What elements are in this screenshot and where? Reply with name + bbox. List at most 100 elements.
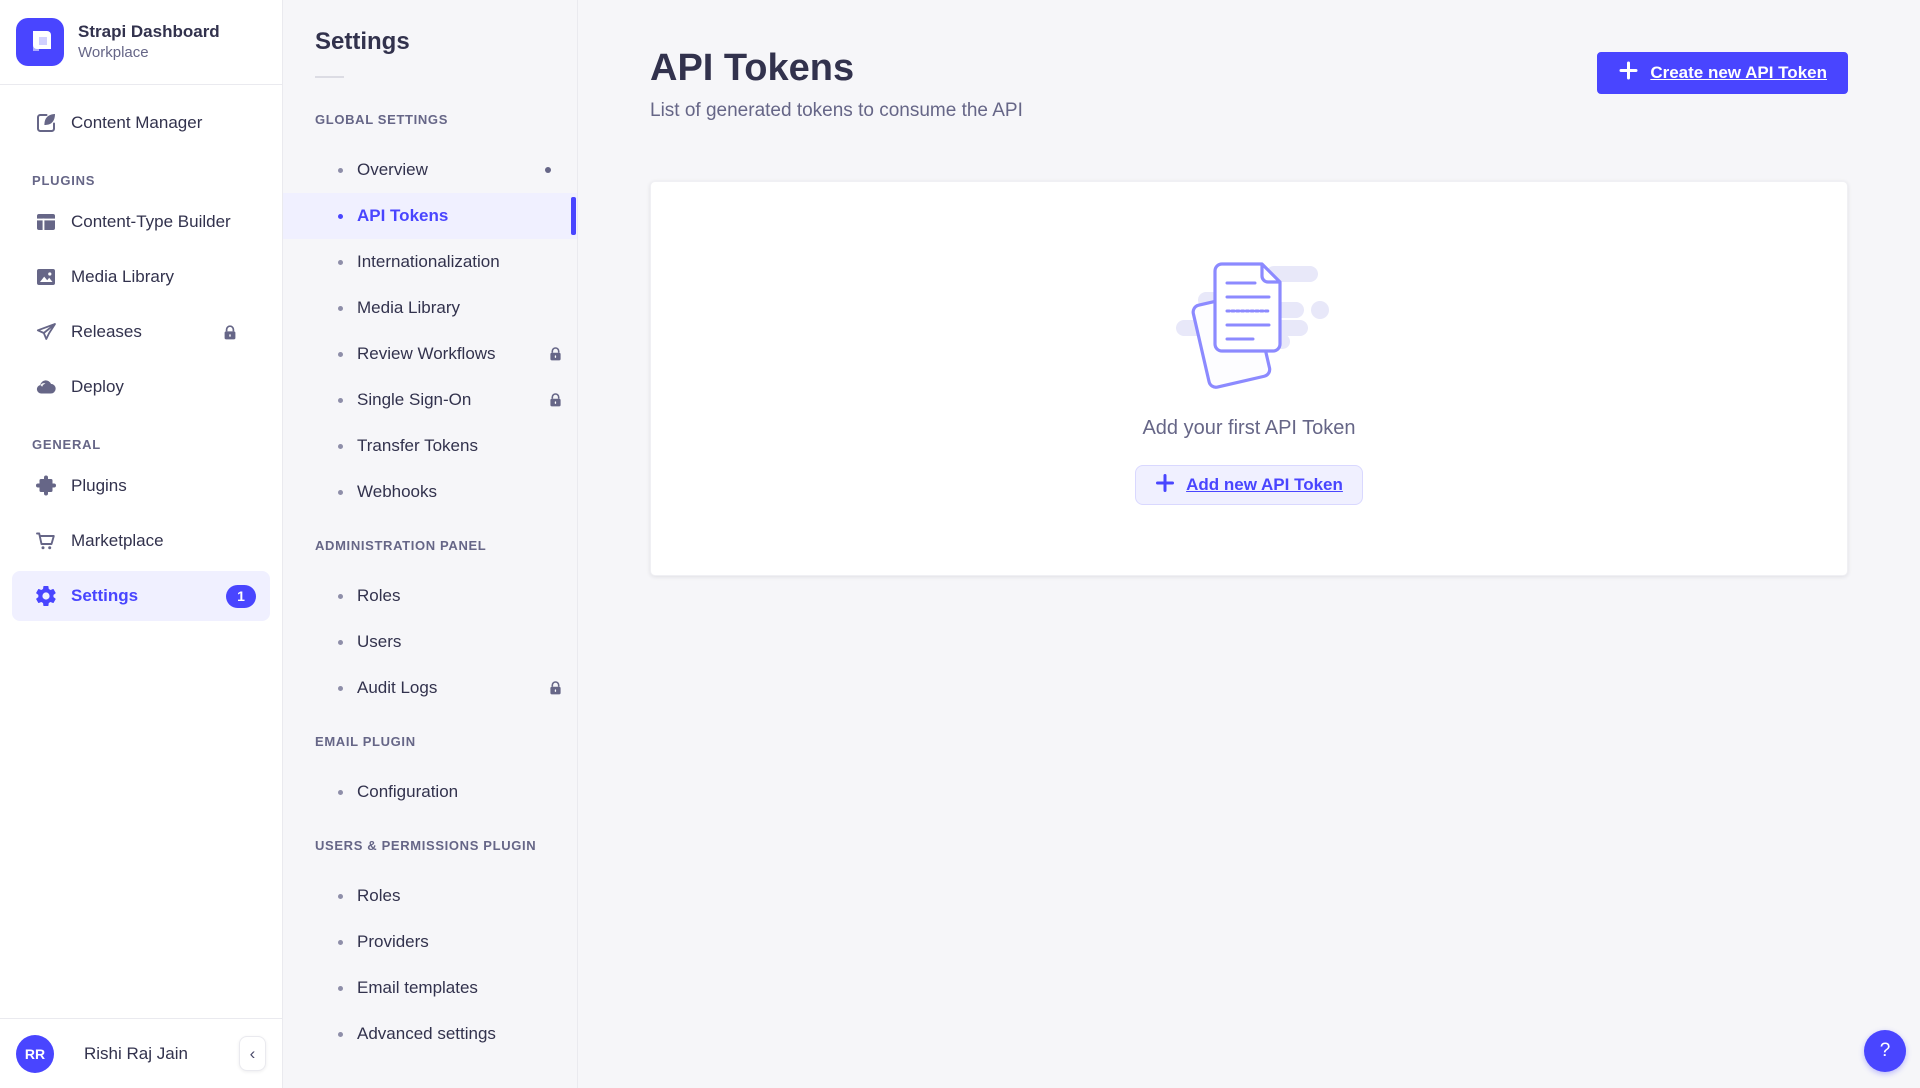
sidebar-item-label: Releases bbox=[71, 322, 142, 342]
settings-nav-item-advanced-settings[interactable]: Advanced settings bbox=[283, 1011, 577, 1057]
settings-nav-item-configuration[interactable]: Configuration bbox=[283, 769, 577, 815]
bullet-icon bbox=[338, 940, 343, 945]
lock-icon bbox=[548, 680, 563, 696]
subnav-item-label: Overview bbox=[357, 160, 428, 180]
settings-nav-item-providers[interactable]: Providers bbox=[283, 919, 577, 965]
lock-icon bbox=[548, 392, 563, 408]
brand-text: Strapi Dashboard Workplace bbox=[78, 21, 220, 63]
subnav-item-label: Users bbox=[357, 632, 401, 652]
plus-icon bbox=[1155, 473, 1175, 498]
subnav-section-administration-panel: ADMINISTRATION PANEL bbox=[283, 538, 577, 554]
documents-icon bbox=[1158, 254, 1340, 397]
api-tokens-empty-state-card: Add your first API Token Add new API Tok… bbox=[650, 181, 1848, 576]
subnav-item-label: Transfer Tokens bbox=[357, 436, 478, 456]
create-button-label: Create new API Token bbox=[1650, 63, 1827, 83]
sidebar-item-label: Marketplace bbox=[71, 531, 164, 551]
bullet-icon bbox=[338, 1032, 343, 1037]
subnav-item-label: Configuration bbox=[357, 782, 458, 802]
sidebar-item-label: Settings bbox=[71, 586, 138, 606]
brand-title: Strapi Dashboard bbox=[78, 21, 220, 42]
subnav-section-email-plugin: EMAIL PLUGIN bbox=[283, 734, 577, 750]
subnav-item-label: Internationalization bbox=[357, 252, 500, 272]
settings-nav-item-users[interactable]: Users bbox=[283, 619, 577, 665]
bullet-icon bbox=[338, 490, 343, 495]
sidebar-item-media-library[interactable]: Media Library bbox=[12, 252, 270, 302]
add-new-api-token-button[interactable]: Add new API Token bbox=[1135, 465, 1363, 505]
settings-nav-item-review-workflows[interactable]: Review Workflows bbox=[283, 331, 577, 377]
settings-nav-item-audit-logs[interactable]: Audit Logs bbox=[283, 665, 577, 711]
workspace-switcher[interactable]: Strapi Dashboard Workplace bbox=[0, 0, 282, 84]
bullet-icon bbox=[338, 640, 343, 645]
bullet-icon bbox=[338, 306, 343, 311]
sidebar-item-plugins[interactable]: Plugins bbox=[12, 461, 270, 511]
subnav-section-global-settings: GLOBAL SETTINGS bbox=[283, 112, 577, 128]
sidebar-item-releases[interactable]: Releases bbox=[12, 307, 270, 357]
active-indicator-bar bbox=[571, 197, 576, 235]
subnav-item-label: Roles bbox=[357, 886, 400, 906]
settings-nav-item-internationalization[interactable]: Internationalization bbox=[283, 239, 577, 285]
sidebar-item-label: Deploy bbox=[71, 377, 124, 397]
lock-icon bbox=[548, 346, 563, 362]
feather-icon bbox=[34, 111, 58, 135]
settings-subnav: Settings GLOBAL SETTINGS Overview API To… bbox=[283, 0, 578, 1088]
bullet-icon bbox=[338, 790, 343, 795]
sidebar-section-general: GENERAL bbox=[0, 437, 282, 452]
strapi-logo-icon bbox=[16, 18, 64, 66]
create-new-api-token-button[interactable]: Create new API Token bbox=[1597, 52, 1848, 94]
add-button-label: Add new API Token bbox=[1186, 475, 1343, 495]
brand-workspace: Workplace bbox=[78, 44, 220, 63]
subnav-item-label: Advanced settings bbox=[357, 1024, 496, 1044]
settings-notification-badge: 1 bbox=[226, 585, 256, 608]
subnav-item-label: Roles bbox=[357, 586, 400, 606]
sidebar-item-label: Content-Type Builder bbox=[71, 212, 231, 232]
settings-nav-item-email-templates[interactable]: Email templates bbox=[283, 965, 577, 1011]
settings-nav-item-single-sign-on[interactable]: Single Sign-On bbox=[283, 377, 577, 423]
settings-nav-item-roles-up[interactable]: Roles bbox=[283, 873, 577, 919]
bullet-icon bbox=[338, 444, 343, 449]
settings-nav-item-overview[interactable]: Overview bbox=[283, 147, 577, 193]
cart-icon bbox=[34, 529, 58, 553]
settings-nav-item-media-library[interactable]: Media Library bbox=[283, 285, 577, 331]
subnav-item-label: Providers bbox=[357, 932, 429, 952]
settings-nav-item-api-tokens[interactable]: API Tokens bbox=[283, 193, 577, 239]
paper-plane-icon bbox=[34, 320, 58, 344]
sidebar-section-plugins: PLUGINS bbox=[0, 173, 282, 188]
sidebar-item-label: Content Manager bbox=[71, 113, 202, 133]
sidebar-item-settings[interactable]: Settings 1 bbox=[12, 571, 270, 621]
bullet-icon bbox=[338, 168, 343, 173]
bullet-icon bbox=[338, 260, 343, 265]
gear-icon bbox=[34, 584, 58, 608]
sidebar-nav: Content Manager PLUGINS Content-Type Bui… bbox=[0, 85, 282, 626]
avatar[interactable]: RR bbox=[16, 1035, 54, 1073]
sidebar-item-content-manager[interactable]: Content Manager bbox=[12, 98, 270, 148]
chevron-left-icon: ‹ bbox=[250, 1045, 256, 1062]
bullet-icon bbox=[338, 986, 343, 991]
bullet-icon bbox=[338, 894, 343, 899]
sidebar-item-content-type-builder[interactable]: Content-Type Builder bbox=[12, 197, 270, 247]
subnav-item-label: Webhooks bbox=[357, 482, 437, 502]
subnav-item-label: Media Library bbox=[357, 298, 460, 318]
subnav-item-label: Single Sign-On bbox=[357, 390, 471, 410]
sidebar-item-deploy[interactable]: Deploy bbox=[12, 362, 270, 412]
question-icon: ? bbox=[1880, 1040, 1891, 1062]
subnav-item-label: Email templates bbox=[357, 978, 478, 998]
help-button[interactable]: ? bbox=[1864, 1030, 1906, 1072]
sidebar-item-label: Media Library bbox=[71, 267, 174, 287]
bullet-icon bbox=[338, 398, 343, 403]
puzzle-icon bbox=[34, 474, 58, 498]
layout-icon bbox=[34, 210, 58, 234]
main-content: API Tokens List of generated tokens to c… bbox=[578, 0, 1920, 1088]
settings-nav-item-roles-admin[interactable]: Roles bbox=[283, 573, 577, 619]
main-sidebar: Strapi Dashboard Workplace Content Manag… bbox=[0, 0, 283, 1088]
settings-nav-item-webhooks[interactable]: Webhooks bbox=[283, 469, 577, 515]
sidebar-footer: RR Rishi Raj Jain ‹ bbox=[0, 1018, 282, 1088]
user-row: RR Rishi Raj Jain ‹ bbox=[0, 1019, 282, 1088]
sidebar-item-marketplace[interactable]: Marketplace bbox=[12, 516, 270, 566]
settings-nav-item-transfer-tokens[interactable]: Transfer Tokens bbox=[283, 423, 577, 469]
collapse-sidebar-button[interactable]: ‹ bbox=[239, 1036, 266, 1071]
subnav-item-label: API Tokens bbox=[357, 206, 448, 226]
bullet-icon bbox=[338, 352, 343, 357]
subnav-title: Settings bbox=[283, 28, 577, 56]
subnav-item-label: Review Workflows bbox=[357, 344, 496, 364]
strapi-admin-app: Strapi Dashboard Workplace Content Manag… bbox=[0, 0, 1920, 1088]
